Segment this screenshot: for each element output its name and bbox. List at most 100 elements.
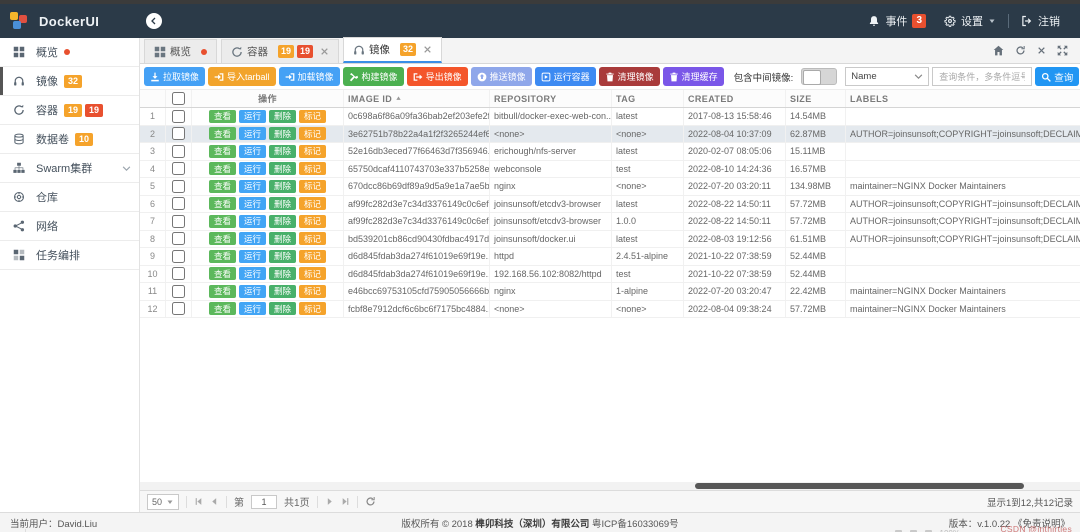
column-size[interactable]: SIZE: [786, 90, 846, 107]
sidebar-collapse-button[interactable]: [146, 13, 162, 29]
row-action-删除[interactable]: 删除: [269, 267, 297, 281]
toolbar-button-拉取镜像[interactable]: 拉取镜像: [144, 67, 206, 86]
row-action-查看[interactable]: 查看: [208, 214, 236, 228]
row-action-删除[interactable]: 删除: [269, 302, 297, 316]
first-page-button[interactable]: [194, 497, 203, 506]
settings-menu[interactable]: 设置: [938, 13, 1002, 29]
row-action-运行[interactable]: 运行: [238, 302, 266, 316]
filter-field-select[interactable]: Name: [845, 67, 930, 86]
row-action-删除[interactable]: 删除: [269, 109, 297, 123]
row-action-删除[interactable]: 删除: [269, 249, 297, 263]
tab-概览[interactable]: 概览: [144, 39, 217, 63]
row-action-运行[interactable]: 运行: [238, 127, 266, 141]
reload-grid-button[interactable]: [365, 496, 376, 507]
row-action-查看[interactable]: 查看: [208, 284, 236, 298]
row-checkbox[interactable]: [172, 144, 185, 158]
row-action-查看[interactable]: 查看: [208, 302, 236, 316]
table-row[interactable]: 8 查看 运行 删除 标记 bd539201cb86cd90430fdbac4917d…: [140, 230, 1080, 248]
sidebar-item-仓库[interactable]: 仓库: [0, 183, 139, 212]
row-action-标记[interactable]: 标记: [299, 249, 327, 263]
row-checkbox[interactable]: [172, 214, 185, 228]
toolbar-button-运行容器[interactable]: 运行容器: [534, 67, 596, 86]
table-row[interactable]: 3 查看 运行 删除 标记 52e16db3eced77f66463d7f356946…: [140, 143, 1080, 161]
tab-镜像[interactable]: 镜像 32: [343, 37, 443, 63]
row-action-标记[interactable]: 标记: [299, 162, 327, 176]
column-tag[interactable]: TAG: [612, 90, 684, 107]
refresh-icon[interactable]: [1015, 45, 1026, 56]
row-action-标记[interactable]: 标记: [299, 284, 327, 298]
last-page-button[interactable]: [341, 497, 350, 506]
row-action-查看[interactable]: 查看: [208, 144, 236, 158]
prev-page-button[interactable]: [210, 497, 219, 506]
expand-icon[interactable]: [1057, 45, 1068, 56]
tab-容器[interactable]: 容器 19 19: [221, 39, 340, 63]
row-action-运行[interactable]: 运行: [238, 197, 266, 211]
table-row[interactable]: 1 查看 运行 删除 标记 0c698a6f86a09fa36bab2ef203efe…: [140, 108, 1080, 126]
row-action-查看[interactable]: 查看: [208, 179, 236, 193]
row-checkbox[interactable]: [172, 197, 185, 211]
row-action-标记[interactable]: 标记: [299, 109, 327, 123]
toolbar-button-导入tarball[interactable]: 导入tarball: [208, 67, 276, 86]
horizontal-scrollbar[interactable]: [140, 482, 1080, 490]
scrollbar-thumb[interactable]: [694, 483, 1024, 489]
row-checkbox[interactable]: [172, 127, 185, 141]
sidebar-item-Swarm集群[interactable]: Swarm集群: [0, 154, 139, 183]
row-action-查看[interactable]: 查看: [208, 109, 236, 123]
row-action-标记[interactable]: 标记: [299, 144, 327, 158]
row-checkbox[interactable]: [172, 284, 185, 298]
row-action-删除[interactable]: 删除: [269, 179, 297, 193]
toolbar-button-推送镜像[interactable]: 推送镜像: [470, 67, 532, 86]
column-labels[interactable]: LABELS: [846, 90, 1080, 107]
row-action-查看[interactable]: 查看: [208, 249, 236, 263]
next-page-button[interactable]: [325, 497, 334, 506]
row-action-运行[interactable]: 运行: [238, 144, 266, 158]
page-number-input[interactable]: [251, 494, 278, 509]
sidebar-item-镜像[interactable]: 镜像 32: [0, 67, 139, 96]
row-checkbox[interactable]: [172, 232, 185, 246]
events-button[interactable]: 事件 3: [862, 13, 932, 29]
column-created[interactable]: CREATED: [684, 90, 786, 107]
sidebar-item-容器[interactable]: 容器 19 19: [0, 96, 139, 125]
row-action-运行[interactable]: 运行: [238, 214, 266, 228]
close-icon[interactable]: [320, 47, 329, 56]
table-row[interactable]: 4 查看 运行 删除 标记 65750dcaf4110743703e337b5258e…: [140, 160, 1080, 178]
row-action-运行[interactable]: 运行: [238, 109, 266, 123]
row-action-删除[interactable]: 删除: [269, 162, 297, 176]
home-icon[interactable]: [993, 45, 1004, 56]
row-action-查看[interactable]: 查看: [208, 232, 236, 246]
row-action-查看[interactable]: 查看: [208, 127, 236, 141]
row-action-运行[interactable]: 运行: [238, 284, 266, 298]
toolbar-button-清理镜像[interactable]: 清理镜像: [598, 67, 660, 86]
row-action-查看[interactable]: 查看: [208, 162, 236, 176]
row-action-删除[interactable]: 删除: [269, 232, 297, 246]
row-action-标记[interactable]: 标记: [299, 302, 327, 316]
row-checkbox[interactable]: [172, 267, 185, 281]
search-input[interactable]: [932, 67, 1033, 86]
table-row[interactable]: 12 查看 运行 删除 标记 fcbf8e7912dcf6c6bc6f7175bc48…: [140, 300, 1080, 318]
toolbar-button-导出镜像[interactable]: 导出镜像: [406, 67, 468, 86]
row-checkbox[interactable]: [172, 249, 185, 263]
page-size-select[interactable]: 50: [147, 493, 180, 510]
row-action-查看[interactable]: 查看: [208, 197, 236, 211]
sidebar-item-网络[interactable]: 网络: [0, 212, 139, 241]
row-action-运行[interactable]: 运行: [238, 232, 266, 246]
row-checkbox[interactable]: [172, 162, 185, 176]
row-action-标记[interactable]: 标记: [299, 197, 327, 211]
row-action-标记[interactable]: 标记: [299, 267, 327, 281]
toolbar-button-加载镜像[interactable]: 加载镜像: [278, 67, 340, 86]
table-row[interactable]: 9 查看 运行 删除 标记 d6d845fdab3da274f61019e69f19e…: [140, 248, 1080, 266]
table-row[interactable]: 5 查看 运行 删除 标记 670dcc86b69df89a9d5a9e1a7ae5b…: [140, 178, 1080, 196]
row-action-标记[interactable]: 标记: [299, 232, 327, 246]
close-icon[interactable]: [423, 45, 432, 54]
row-action-标记[interactable]: 标记: [299, 127, 327, 141]
row-action-删除[interactable]: 删除: [269, 127, 297, 141]
row-checkbox[interactable]: [172, 109, 185, 123]
row-checkbox[interactable]: [172, 179, 185, 193]
search-button[interactable]: 查询: [1035, 67, 1080, 86]
row-action-标记[interactable]: 标记: [299, 179, 327, 193]
table-row[interactable]: 11 查看 运行 删除 标记 e46bcc69753105cfd75905056666…: [140, 283, 1080, 301]
row-action-运行[interactable]: 运行: [238, 267, 266, 281]
row-action-运行[interactable]: 运行: [238, 179, 266, 193]
row-action-删除[interactable]: 删除: [269, 284, 297, 298]
table-row[interactable]: 6 查看 运行 删除 标记 af99fc282d3e7c34d3376149c0c6e…: [140, 195, 1080, 213]
